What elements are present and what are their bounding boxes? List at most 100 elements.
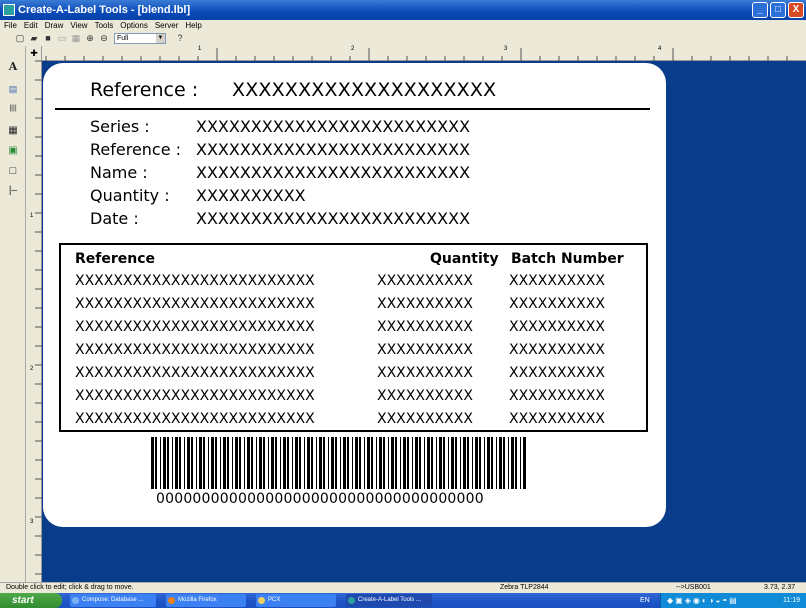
label-page[interactable]: Reference : XXXXXXXXXXXXXXXXXXXX Series …: [43, 63, 666, 527]
cell-batch-number: XXXXXXXXXX: [509, 342, 605, 358]
line-tool-icon[interactable]: |–: [6, 184, 20, 198]
cell-batch-number: XXXXXXXXXX: [509, 319, 605, 335]
app-window: Create-A-Label Tools - [blend.lbl] _ □ X…: [0, 0, 806, 608]
taskbar-item-label: PCX: [268, 597, 281, 603]
header-reference[interactable]: Reference : XXXXXXXXXXXXXXXXXXXX: [90, 79, 496, 101]
column-header-quantity: Quantity: [430, 251, 499, 267]
maximize-button[interactable]: □: [770, 2, 786, 18]
header-reference-key: Reference :: [90, 79, 199, 101]
vruler-label-3: 3: [30, 519, 34, 525]
taskbar: start Compose: Database ... Mozilla Fire…: [0, 593, 806, 608]
print-icon[interactable]: ▭: [56, 33, 68, 44]
tool-palette: A ▤ |||| ▦ ▣ □ |–: [0, 46, 26, 582]
header-divider[interactable]: [55, 108, 650, 110]
new-file-icon[interactable]: ▢: [14, 33, 26, 44]
cell-reference: XXXXXXXXXXXXXXXXXXXXXXXXX: [75, 296, 315, 312]
cell-quantity: XXXXXXXXXX: [377, 273, 473, 289]
field-quantity[interactable]: Quantity : XXXXXXXXXX: [90, 186, 306, 205]
zoom-out-icon[interactable]: ⊖: [98, 33, 110, 44]
toolbar: ▢ ▰ ■ ▭ ▦ ⊕ ⊖ Full ▼ ?: [0, 31, 806, 46]
menu-options[interactable]: Options: [120, 20, 148, 31]
field-series-key: Series :: [90, 117, 150, 136]
column-header-reference: Reference: [75, 251, 156, 267]
help-icon[interactable]: ?: [174, 33, 186, 44]
save-icon[interactable]: ■: [42, 33, 54, 44]
zoom-select[interactable]: Full ▼: [114, 33, 166, 44]
barcode-tool-icon[interactable]: ||||: [6, 102, 20, 116]
language-indicator[interactable]: EN: [640, 593, 650, 608]
app-icon: [3, 4, 15, 16]
tray-icons[interactable]: ◆▣◈◉◐◑◒◓▤: [667, 593, 739, 608]
title-bar[interactable]: Create-A-Label Tools - [blend.lbl] _ □ X: [0, 0, 806, 20]
cell-batch-number: XXXXXXXXXX: [509, 411, 605, 427]
cell-quantity: XXXXXXXXXX: [377, 342, 473, 358]
pdf417-tool-icon[interactable]: ▦: [6, 124, 20, 138]
status-port: -->USB001: [676, 584, 711, 591]
status-hint: Double click to edit; click & drag to mo…: [6, 584, 134, 591]
cell-reference: XXXXXXXXXXXXXXXXXXXXXXXXX: [75, 365, 315, 381]
close-button[interactable]: X: [788, 2, 804, 18]
image-tool-icon[interactable]: ▣: [6, 144, 20, 158]
field-reference[interactable]: Reference : XXXXXXXXXXXXXXXXXXXXXXXXX: [90, 140, 470, 159]
menu-bar: File Edit Draw View Tools Options Server…: [0, 20, 806, 31]
items-table[interactable]: Reference Quantity Batch Number XXXXXXXX…: [59, 243, 648, 432]
taskbar-item-create-a-label[interactable]: Create-A-Label Tools ...: [346, 594, 432, 607]
cell-reference: XXXXXXXXXXXXXXXXXXXXXXXXX: [75, 319, 315, 335]
column-header-batch-number: Batch Number: [511, 251, 624, 267]
cell-batch-number: XXXXXXXXXX: [509, 365, 605, 381]
menu-tools[interactable]: Tools: [95, 20, 114, 31]
text-block-tool-icon[interactable]: ▤: [6, 82, 20, 96]
clock: 11:19: [783, 597, 800, 604]
cell-quantity: XXXXXXXXXX: [377, 411, 473, 427]
cell-quantity: XXXXXXXXXX: [377, 388, 473, 404]
cell-quantity: XXXXXXXXXX: [377, 319, 473, 335]
field-series-value: XXXXXXXXXXXXXXXXXXXXXXXXX: [196, 117, 471, 136]
taskbar-item-firefox[interactable]: Mozilla Firefox: [166, 594, 246, 607]
field-series[interactable]: Series : XXXXXXXXXXXXXXXXXXXXXXXXX: [90, 117, 470, 136]
menu-draw[interactable]: Draw: [45, 20, 64, 31]
taskbar-item-pcx[interactable]: PCX: [256, 594, 336, 607]
menu-file[interactable]: File: [4, 20, 17, 31]
vruler-label-2: 2: [30, 366, 34, 372]
firefox-icon: [168, 597, 175, 604]
taskbar-item-compose[interactable]: Compose: Database ...: [70, 594, 156, 607]
hruler-label-3: 3: [504, 46, 508, 52]
menu-view[interactable]: View: [70, 20, 87, 31]
taskbar-item-label: Create-A-Label Tools ...: [358, 597, 421, 603]
field-quantity-key: Quantity :: [90, 186, 170, 205]
app-icon: [348, 597, 355, 604]
field-date-value: XXXXXXXXXXXXXXXXXXXXXXXXX: [196, 209, 471, 228]
grid-icon[interactable]: ▦: [70, 33, 82, 44]
text-tool-icon[interactable]: A: [6, 60, 20, 74]
hruler-label-2: 2: [351, 46, 355, 52]
hruler-label-4: 4: [658, 46, 662, 52]
cell-reference: XXXXXXXXXXXXXXXXXXXXXXXXX: [75, 273, 315, 289]
barcode-symbol[interactable]: [151, 437, 530, 489]
taskbar-item-label: Mozilla Firefox: [178, 597, 217, 603]
header-reference-value: XXXXXXXXXXXXXXXXXXXX: [232, 79, 497, 101]
chevron-down-icon[interactable]: ▼: [156, 34, 165, 43]
zoom-in-icon[interactable]: ⊕: [84, 33, 96, 44]
status-bar: Double click to edit; click & drag to mo…: [0, 582, 806, 593]
menu-help[interactable]: Help: [185, 20, 201, 31]
field-date[interactable]: Date : XXXXXXXXXXXXXXXXXXXXXXXXX: [90, 209, 470, 228]
field-name[interactable]: Name : XXXXXXXXXXXXXXXXXXXXXXXXX: [90, 163, 470, 182]
field-name-key: Name :: [90, 163, 148, 182]
cell-quantity: XXXXXXXXXX: [377, 365, 473, 381]
menu-server[interactable]: Server: [155, 20, 179, 31]
open-folder-icon[interactable]: ▰: [28, 33, 40, 44]
cell-batch-number: XXXXXXXXXX: [509, 273, 605, 289]
compose-icon: [72, 597, 79, 604]
field-quantity-value: XXXXXXXXXX: [196, 186, 306, 205]
menu-edit[interactable]: Edit: [24, 20, 38, 31]
cell-reference: XXXXXXXXXXXXXXXXXXXXXXXXX: [75, 411, 315, 427]
ruler-corner[interactable]: ✚: [28, 47, 40, 59]
taskbar-item-label: Compose: Database ...: [82, 597, 144, 603]
field-reference-key: Reference :: [90, 140, 182, 159]
start-button[interactable]: start: [0, 593, 62, 608]
minimize-button[interactable]: _: [752, 2, 768, 18]
cell-quantity: XXXXXXXXXX: [377, 296, 473, 312]
box-tool-icon[interactable]: □: [6, 164, 20, 178]
cell-reference: XXXXXXXXXXXXXXXXXXXXXXXXX: [75, 342, 315, 358]
vertical-ruler: 1 2 3: [26, 46, 42, 582]
